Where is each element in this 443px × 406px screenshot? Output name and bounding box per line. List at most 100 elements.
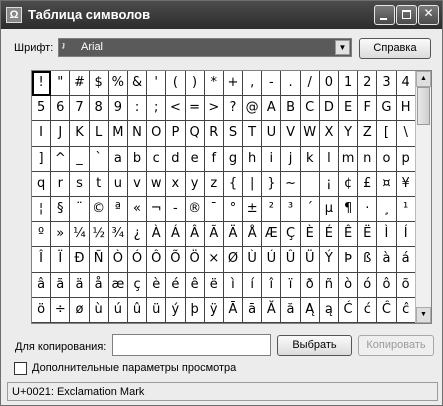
character-cell[interactable]: | [243, 171, 263, 197]
font-dropdown[interactable]: ʇ Arial ▼ [58, 38, 352, 57]
character-cell[interactable]: ò [339, 272, 359, 298]
character-cell[interactable]: è [147, 272, 167, 298]
character-cell[interactable]: 2 [358, 71, 378, 97]
character-cell[interactable]: P [166, 121, 186, 147]
character-cell[interactable]: U [262, 121, 282, 147]
character-cell[interactable]: â [32, 272, 52, 298]
character-cell[interactable]: Ä [223, 222, 244, 248]
character-cell[interactable]: ÿ [204, 297, 224, 323]
minimize-button[interactable] [374, 5, 395, 25]
character-cell[interactable]: e [185, 146, 205, 172]
character-cell[interactable]: * [204, 71, 224, 97]
grid-vertical-scrollbar[interactable]: ▲ ▼ [415, 71, 431, 323]
character-cell[interactable]: 3 [377, 71, 397, 97]
character-cell[interactable]: Y [339, 121, 359, 147]
character-cell[interactable]: A [262, 96, 282, 122]
character-cell[interactable]: ù [89, 297, 109, 323]
character-cell[interactable]: 5 [32, 96, 52, 122]
character-cell[interactable]: ā [243, 297, 263, 323]
character-cell[interactable]: Þ [339, 247, 359, 273]
character-cell[interactable]: ä [70, 272, 90, 298]
character-cell[interactable]: É [319, 222, 339, 248]
character-cell[interactable]: ÷ [51, 297, 71, 323]
character-cell[interactable]: Â [185, 222, 205, 248]
character-cell[interactable]: ă [281, 297, 301, 323]
character-cell[interactable]: Ĉ [377, 297, 397, 323]
character-cell[interactable]: ą [319, 297, 339, 323]
character-cell[interactable]: ± [243, 196, 263, 223]
character-cell[interactable]: § [51, 196, 71, 223]
character-cell[interactable]: ¼ [70, 222, 90, 248]
character-cell[interactable]: J [51, 121, 71, 147]
help-button[interactable]: Справка [359, 38, 431, 59]
character-cell[interactable]: E [339, 96, 359, 122]
character-cell[interactable]: N [127, 121, 148, 147]
character-cell[interactable]: · [358, 196, 378, 223]
character-cell[interactable]: p [396, 146, 416, 172]
character-cell[interactable]: ' [147, 71, 167, 97]
character-cell[interactable]: È [300, 222, 320, 248]
character-cell[interactable]: Q [185, 121, 205, 147]
character-cell[interactable]: u [108, 171, 128, 197]
character-cell[interactable]: C [300, 96, 320, 122]
character-cell[interactable]: Ð [70, 247, 90, 273]
character-cell[interactable]: + [223, 71, 244, 97]
character-cell[interactable]: ¬ [147, 196, 167, 223]
character-cell[interactable]: î [262, 272, 282, 298]
character-cell[interactable]: i [262, 146, 282, 172]
character-cell[interactable]: L [89, 121, 109, 147]
character-cell[interactable]: ¯ [204, 196, 224, 223]
character-cell[interactable]: k [300, 146, 320, 172]
character-cell[interactable]: ´ [300, 196, 320, 223]
select-button[interactable]: Выбрать [277, 335, 352, 356]
character-cell[interactable]: M [108, 121, 128, 147]
character-cell[interactable]: K [70, 121, 90, 147]
character-cell[interactable]: Z [358, 121, 378, 147]
dropdown-arrow-icon[interactable]: ▼ [335, 40, 350, 55]
character-cell[interactable]: Æ [262, 222, 282, 248]
character-cell[interactable]: ô [377, 272, 397, 298]
character-cell[interactable]: m [339, 146, 359, 172]
character-cell[interactable]: í [243, 272, 263, 298]
character-cell[interactable]: Ą [300, 297, 320, 323]
character-cell[interactable]: > [204, 96, 224, 122]
character-cell[interactable]: À [147, 222, 167, 248]
character-cell[interactable] [300, 171, 320, 197]
character-cell[interactable]: ° [223, 196, 244, 223]
character-cell[interactable]: } [262, 171, 282, 197]
character-cell[interactable]: « [127, 196, 148, 223]
character-cell[interactable]: ^ [51, 146, 71, 172]
character-cell[interactable]: B [281, 96, 301, 122]
character-cell[interactable]: Ï [51, 247, 71, 273]
character-cell[interactable]: # [70, 71, 90, 97]
character-cell[interactable]: ß [358, 247, 378, 273]
character-cell[interactable]: : [127, 96, 148, 122]
character-cell[interactable]: ð [300, 272, 320, 298]
character-cell[interactable]: h [243, 146, 263, 172]
character-cell[interactable]: & [127, 71, 148, 97]
character-cell[interactable]: Ý [319, 247, 339, 273]
character-cell[interactable]: / [300, 71, 320, 97]
character-cell[interactable]: Ò [108, 247, 128, 273]
character-cell[interactable]: w [147, 171, 167, 197]
character-cell[interactable]: D [319, 96, 339, 122]
character-cell[interactable]: v [127, 171, 148, 197]
character-cell[interactable]: f [204, 146, 224, 172]
character-cell[interactable]: Ö [185, 247, 205, 273]
character-cell[interactable]: ? [223, 96, 244, 122]
character-cell[interactable]: ¦ [32, 196, 52, 223]
character-cell[interactable]: ! [32, 71, 52, 97]
character-cell[interactable]: ¶ [339, 196, 359, 223]
character-cell[interactable]: £ [358, 171, 378, 197]
character-cell[interactable]: r [51, 171, 71, 197]
character-cell[interactable]: Í [396, 222, 416, 248]
character-cell[interactable]: Ê [339, 222, 359, 248]
character-cell[interactable]: o [377, 146, 397, 172]
character-cell[interactable]: ê [185, 272, 205, 298]
character-cell[interactable]: Û [281, 247, 301, 273]
character-cell[interactable]: ¥ [396, 171, 416, 197]
character-cell[interactable]: Ñ [89, 247, 109, 273]
character-cell[interactable]: . [281, 71, 301, 97]
character-cell[interactable]: O [147, 121, 167, 147]
character-cell[interactable]: = [185, 96, 205, 122]
